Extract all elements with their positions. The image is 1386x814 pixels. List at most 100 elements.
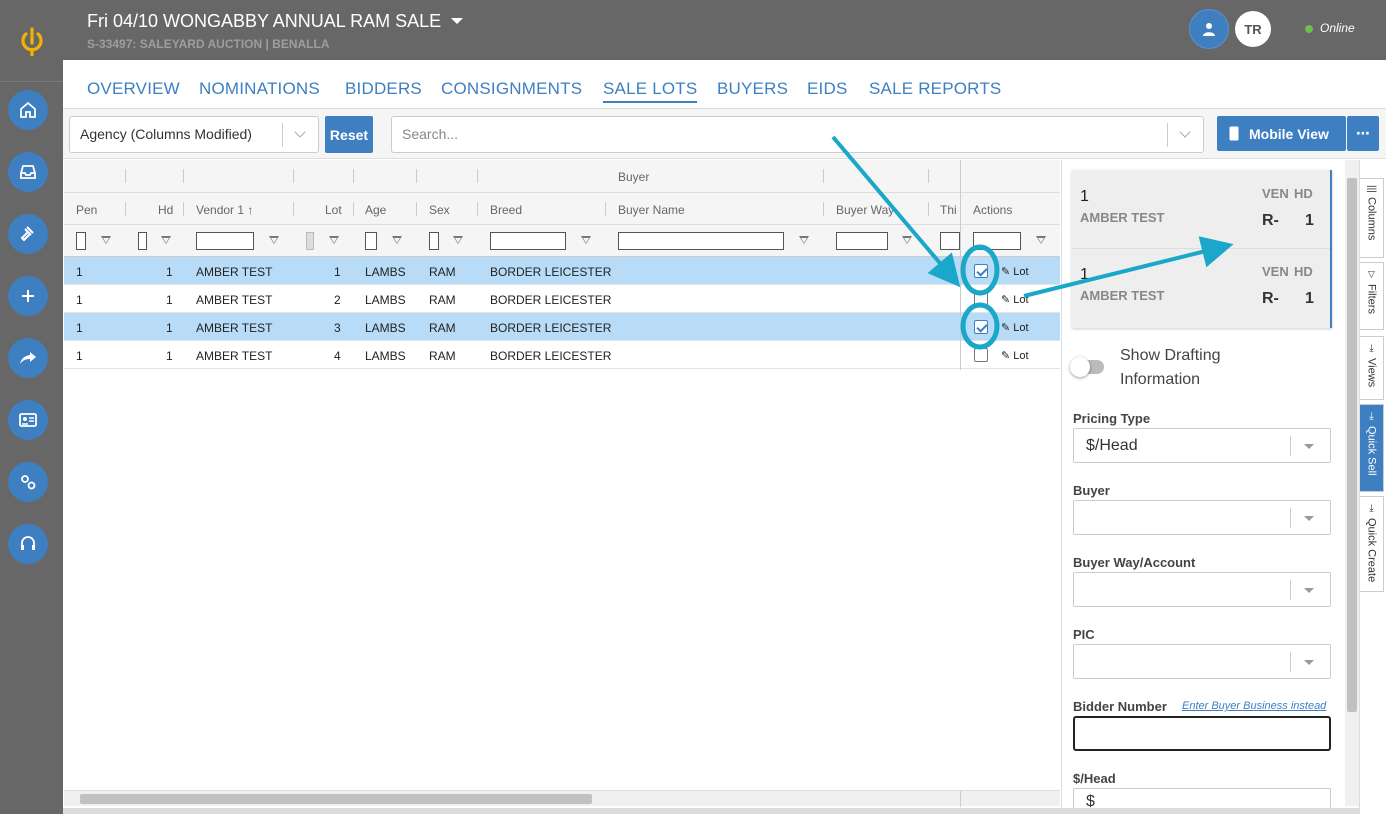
cell-breed: BORDER LEICESTER	[490, 293, 612, 307]
table-row[interactable]: 1 1 AMBER TEST 2 LAMBS RAM BORDER LEICES…	[64, 285, 1060, 313]
filter-icon[interactable]	[392, 236, 402, 244]
col-pen[interactable]: Pen	[76, 203, 97, 217]
table-row[interactable]: 1 1 AMBER TEST 4 LAMBS RAM BORDER LEICES…	[64, 341, 1060, 369]
horizontal-scrollbar[interactable]	[64, 790, 1060, 807]
card-vendor: AMBER TEST	[1080, 288, 1165, 303]
nav-share-button[interactable]	[8, 338, 48, 378]
selected-lot-card[interactable]: 1 AMBER TEST VEN HD R- 1	[1072, 170, 1330, 248]
filter-icon[interactable]	[161, 236, 171, 244]
mobile-view-button[interactable]: Mobile View	[1217, 116, 1346, 151]
sale-title[interactable]: Fri 04/10 WONGABBY ANNUAL RAM SALE	[87, 11, 464, 32]
price-input[interactable]: $	[1073, 788, 1331, 810]
pic-select[interactable]	[1073, 644, 1331, 679]
column-separator	[477, 169, 478, 183]
filter-icon[interactable]	[329, 236, 339, 244]
nav-contacts-button[interactable]	[8, 400, 48, 440]
nav-settings-button[interactable]	[8, 462, 48, 502]
bidder-number-input[interactable]	[1073, 716, 1331, 751]
buyer-label: Buyer	[1073, 483, 1110, 498]
chevron-down-icon[interactable]	[451, 18, 464, 24]
col-buyer-way[interactable]: Buyer Way	[836, 203, 896, 217]
filter-icon[interactable]	[799, 236, 809, 244]
filter-icon[interactable]	[1036, 236, 1046, 244]
row-select-checkbox[interactable]	[974, 320, 988, 334]
breed-filter-input[interactable]	[490, 232, 566, 250]
col-vendor[interactable]: Vendor 1 ↑	[196, 203, 253, 217]
reset-button[interactable]: Reset	[325, 116, 373, 153]
column-separator	[416, 169, 417, 183]
tab-sale-reports[interactable]: SALE REPORTS	[869, 79, 1001, 99]
chevron-down-icon[interactable]	[1179, 126, 1191, 138]
buyer-way-select[interactable]	[1073, 572, 1331, 607]
agent-button[interactable]	[1189, 9, 1229, 49]
tab-quick-sell[interactable]: ⤓ Quick Sell	[1360, 404, 1384, 492]
nav-home-button[interactable]	[8, 90, 48, 130]
card-hd-label: HD	[1294, 186, 1313, 201]
tab-consignments[interactable]: CONSIGNMENTS	[441, 79, 582, 99]
tab-quick-create[interactable]: ⤓ Quick Create	[1360, 496, 1384, 592]
panel-vertical-scrollbar[interactable]	[1345, 160, 1359, 806]
user-avatar[interactable]: TR	[1235, 11, 1271, 47]
tab-nominations[interactable]: NOMINATIONS	[199, 79, 320, 99]
filter-icon[interactable]	[269, 236, 279, 244]
row-select-checkbox[interactable]	[974, 348, 988, 362]
nav-add-button[interactable]	[8, 276, 48, 316]
search-input[interactable]: Search...	[391, 116, 1204, 153]
age-filter-input[interactable]	[365, 232, 377, 250]
table-row[interactable]: 1 1 AMBER TEST 1 LAMBS RAM BORDER LEICES…	[64, 257, 1060, 285]
cell-pen: 1	[76, 265, 83, 279]
edit-lot-button[interactable]: ✎ Lot	[1001, 321, 1029, 334]
nav-support-button[interactable]	[8, 524, 48, 564]
tab-views[interactable]: ⤓ Views	[1360, 336, 1384, 400]
drafting-toggle[interactable]	[1070, 357, 1104, 377]
tab-columns[interactable]: ||| Columns	[1360, 178, 1384, 258]
col-hd[interactable]: Hd	[158, 203, 173, 217]
pen-filter-input[interactable]	[76, 232, 86, 250]
view-select[interactable]: Agency (Columns Modified)	[69, 116, 319, 153]
third-filter-input[interactable]	[940, 232, 960, 250]
nav-auction-button[interactable]	[8, 214, 48, 254]
edit-lot-button[interactable]: ✎ Lot	[1001, 265, 1029, 278]
col-age[interactable]: Age	[365, 203, 386, 217]
cell-age: LAMBS	[365, 349, 406, 363]
nav-inbox-button[interactable]	[8, 152, 48, 192]
enter-buyer-business-link[interactable]: Enter Buyer Business instead	[1182, 700, 1326, 712]
table-row[interactable]: 1 1 AMBER TEST 3 LAMBS RAM BORDER LEICES…	[64, 313, 1060, 341]
tab-bidders[interactable]: BIDDERS	[345, 79, 422, 99]
tab-sale-lots[interactable]: SALE LOTS	[603, 79, 698, 103]
scrollbar-thumb[interactable]	[80, 794, 592, 804]
col-sex[interactable]: Sex	[429, 203, 450, 217]
buyer-way-filter-input[interactable]	[836, 232, 888, 250]
filter-icon[interactable]	[453, 236, 463, 244]
tab-overview[interactable]: OVERVIEW	[87, 79, 180, 99]
filter-icon[interactable]	[581, 236, 591, 244]
tab-buyers[interactable]: BUYERS	[717, 79, 788, 99]
lot-filter-input[interactable]	[306, 232, 314, 250]
col-third[interactable]: Thi	[940, 203, 960, 217]
pricing-type-select[interactable]: $/Head	[1073, 428, 1331, 463]
cell-pen: 1	[76, 293, 83, 307]
buyer-select[interactable]	[1073, 500, 1331, 535]
col-lot[interactable]: Lot	[325, 203, 342, 217]
selected-lot-card[interactable]: 1 AMBER TEST VEN HD R- 1	[1072, 248, 1330, 326]
more-options-button[interactable]: ⋯	[1347, 116, 1379, 151]
tab-eids[interactable]: EIDS	[807, 79, 847, 99]
buyer-name-filter-input[interactable]	[618, 232, 784, 250]
actions-filter-input[interactable]	[973, 232, 1021, 250]
app-logo[interactable]	[0, 0, 63, 82]
sex-filter-input[interactable]	[429, 232, 439, 250]
row-select-checkbox[interactable]	[974, 292, 988, 306]
edit-lot-button[interactable]: ✎ Lot	[1001, 293, 1029, 306]
col-buyer-name[interactable]: Buyer Name	[618, 203, 685, 217]
edit-lot-button[interactable]: ✎ Lot	[1001, 349, 1029, 362]
scrollbar-thumb[interactable]	[1347, 178, 1357, 712]
filter-icon[interactable]	[101, 236, 111, 244]
tab-filters[interactable]: ▽ Filters	[1360, 262, 1384, 330]
cell-hd: 1	[166, 349, 173, 363]
filter-icon[interactable]	[902, 236, 912, 244]
vendor-filter-input[interactable]	[196, 232, 254, 250]
chevron-down-icon[interactable]	[294, 126, 306, 138]
col-breed[interactable]: Breed	[490, 203, 522, 217]
hd-filter-input[interactable]	[138, 232, 147, 250]
row-select-checkbox[interactable]	[974, 264, 988, 278]
